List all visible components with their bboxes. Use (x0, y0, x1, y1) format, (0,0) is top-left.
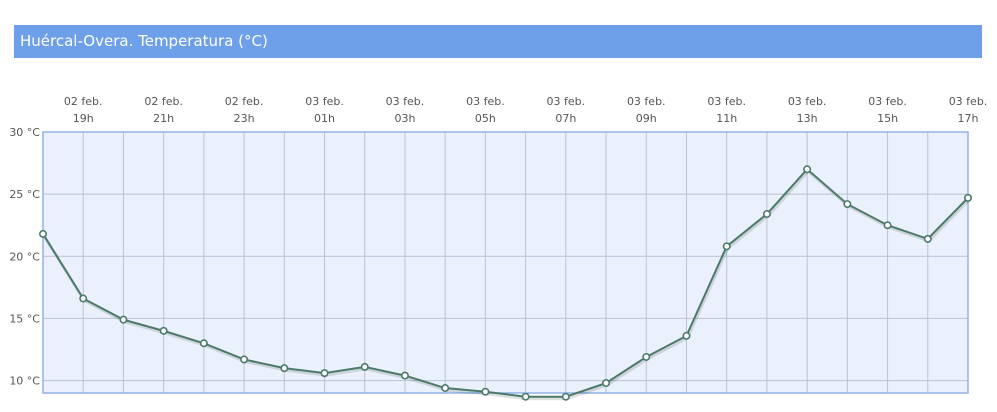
x-tick-label-hour: 11h (716, 112, 737, 125)
x-tick-label-day: 03 feb. (305, 95, 344, 108)
x-tick-label-day: 03 feb. (547, 95, 586, 108)
data-point (360, 362, 369, 371)
x-tick-label-hour: 07h (555, 112, 576, 125)
x-tick-label-day: 03 feb. (707, 95, 746, 108)
data-point (79, 294, 88, 303)
data-point (521, 392, 530, 401)
x-tick-label-day: 02 feb. (144, 95, 183, 108)
y-tick-label: 20 °C (9, 250, 40, 263)
y-tick-label: 15 °C (9, 312, 40, 325)
x-tick-label-day: 03 feb. (949, 95, 988, 108)
data-point (722, 242, 731, 251)
data-point (441, 384, 450, 393)
data-point (400, 371, 409, 380)
x-tick-label-hour: 21h (153, 112, 174, 125)
data-point (240, 355, 249, 364)
data-point (602, 379, 611, 388)
data-point (320, 369, 329, 378)
x-tick-label-hour: 23h (234, 112, 255, 125)
x-tick-label-day: 03 feb. (466, 95, 505, 108)
x-tick-label-day: 02 feb. (225, 95, 264, 108)
data-point (199, 339, 208, 348)
data-point (481, 387, 490, 396)
data-point (561, 392, 570, 401)
data-point (762, 210, 771, 219)
data-point (883, 221, 892, 230)
x-tick-label-day: 03 feb. (386, 95, 425, 108)
y-tick-label: 10 °C (9, 375, 40, 388)
x-tick-label-hour: 13h (797, 112, 818, 125)
x-tick-label-hour: 15h (877, 112, 898, 125)
x-tick-label-hour: 19h (73, 112, 94, 125)
data-point (38, 229, 47, 238)
temperature-line-chart: 10 °C 15 °C 20 °C 25 °C 30 °C 02 feb. 19h 02 fe… (9, 95, 988, 401)
x-tick-label-hour: 01h (314, 112, 335, 125)
x-tick-label-hour: 17h (958, 112, 979, 125)
data-point (280, 364, 289, 373)
x-tick-label-day: 03 feb. (627, 95, 666, 108)
x-tick-label-day: 02 feb. (64, 95, 103, 108)
data-point (119, 315, 128, 324)
data-point (843, 200, 852, 209)
y-tick-label: 25 °C (9, 188, 40, 201)
data-point (923, 234, 932, 243)
x-tick-label-day: 03 feb. (788, 95, 827, 108)
x-tick-label-hour: 09h (636, 112, 657, 125)
x-tick-label-hour: 05h (475, 112, 496, 125)
data-point (642, 352, 651, 361)
y-tick-label: 30 °C (9, 126, 40, 139)
x-tick-label-day: 03 feb. (868, 95, 907, 108)
data-point (159, 326, 168, 335)
data-point (682, 331, 691, 340)
data-point (963, 193, 972, 202)
data-point (803, 165, 812, 174)
plot-area (43, 132, 968, 393)
x-tick-label-hour: 03h (394, 112, 415, 125)
